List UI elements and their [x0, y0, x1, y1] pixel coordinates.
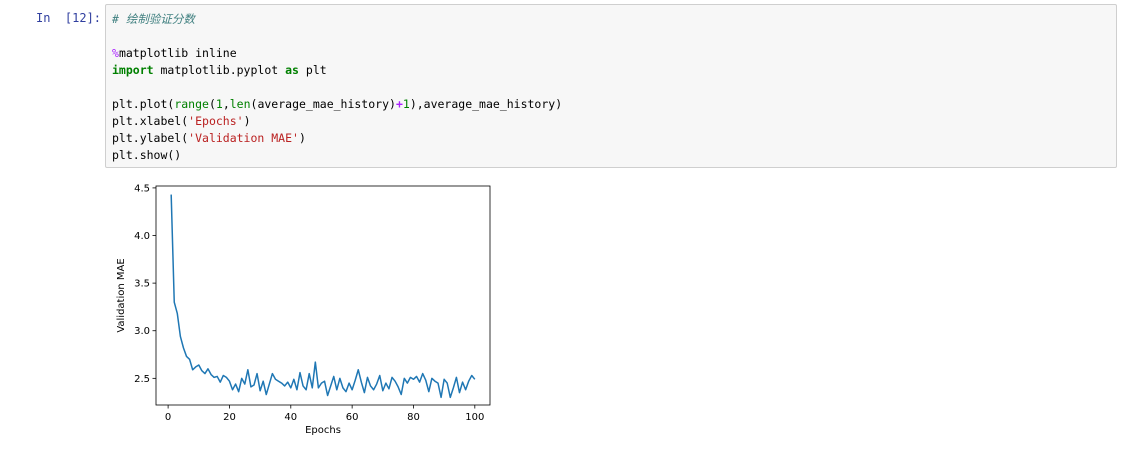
x-tick-label: 0: [165, 412, 171, 423]
x-tick-label: 20: [223, 412, 236, 423]
show-call-token: plt.show(): [112, 148, 182, 162]
range-builtin-token: range: [174, 97, 209, 111]
ylabel-call-end-token: ): [298, 131, 306, 145]
ylabel-string-token: 'Validation MAE': [188, 131, 299, 145]
comment-token: # 绘制验证分数: [112, 12, 195, 26]
ylabel-call-token: plt.ylabel(: [112, 131, 189, 145]
xlabel-string-token: 'Epochs': [188, 114, 244, 128]
x-tick-label: 100: [465, 412, 484, 423]
plot-argument-token: (average_mae_history): [250, 97, 396, 111]
number-token: 1: [402, 97, 410, 111]
y-tick-label: 3.0: [134, 326, 150, 337]
paren-token: (: [208, 97, 216, 111]
input-prompt: In [12]:: [36, 11, 102, 25]
line-chart: 0 20 40 60 80 100 2.5 3.0 3.5 4.0 4.5 Epochs Validat…: [116, 183, 491, 436]
import-keyword-token: import: [112, 63, 154, 77]
import-module-token: matplotlib.pyplot: [153, 63, 286, 77]
x-tick-label: 80: [407, 412, 420, 423]
code-line-magic: %matplotlib inline: [112, 45, 562, 62]
code-line-show: plt.show(): [112, 147, 562, 164]
code-line-ylabel: plt.ylabel('Validation MAE'): [112, 130, 562, 147]
x-tick-label: 40: [284, 412, 297, 423]
x-axis-label: Epochs: [305, 425, 341, 436]
magic-command-token: matplotlib inline: [118, 46, 237, 60]
code-line-xlabel: plt.xlabel('Epochs'): [112, 113, 562, 130]
code-text[interactable]: # 绘制验证分数 %matplotlib inline import matplot…: [112, 11, 562, 164]
y-axis-label: Validation MAE: [116, 258, 127, 332]
xlabel-call-token: plt.xlabel(: [112, 114, 189, 128]
comma-token: ,: [222, 97, 230, 111]
plus-operator-token: +: [395, 97, 403, 111]
notebook-code-cell: In [12]: # 绘制验证分数 %matplotlib inline impor…: [0, 0, 1142, 451]
code-line-plot: plt.plot(range(1,len(average_mae_history…: [112, 96, 562, 113]
code-line-blank-2: [112, 79, 562, 96]
number-token: 1: [215, 97, 223, 111]
y-tick-label: 4.5: [134, 183, 150, 194]
magic-symbol-token: %: [112, 46, 119, 60]
code-line-import: import matplotlib.pyplot as plt: [112, 62, 562, 79]
y-tick-label: 3.5: [134, 279, 150, 290]
cell-output: 0 20 40 60 80 100 2.5 3.0 3.5 4.0 4.5 Epochs Validat…: [105, 176, 505, 446]
as-keyword-token: as: [285, 63, 299, 77]
plot-call-token: plt.plot(: [112, 97, 175, 111]
import-alias-token: plt: [298, 63, 327, 77]
len-builtin-token: len: [229, 97, 251, 111]
x-tick-label: 60: [346, 412, 359, 423]
code-line-comment: # 绘制验证分数: [112, 11, 562, 28]
xlabel-call-end-token: ): [243, 114, 251, 128]
plot-call-end-token: ),average_mae_history): [409, 97, 563, 111]
code-editor[interactable]: # 绘制验证分数 %matplotlib inline import matplot…: [105, 4, 1117, 168]
y-tick-label: 4.0: [134, 231, 150, 242]
y-tick-label: 2.5: [134, 374, 150, 385]
